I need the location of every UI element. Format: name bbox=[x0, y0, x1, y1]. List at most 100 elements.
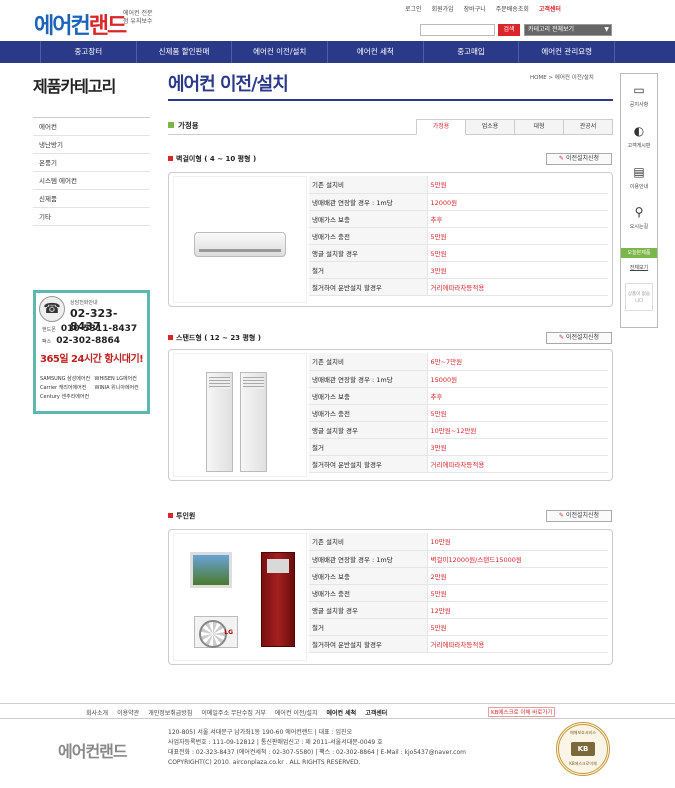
tab-large[interactable]: 대형 bbox=[514, 119, 564, 135]
spec-value: 6만~7만원 bbox=[427, 353, 608, 371]
sidebar-item-new[interactable]: 신제품 bbox=[33, 190, 150, 208]
spec-value: 벽걸이12000원/스탠드15000원 bbox=[427, 550, 608, 568]
pencil-icon: ✎ bbox=[558, 155, 564, 162]
category-select[interactable]: 카테고리 전체보기 ▼ bbox=[524, 24, 612, 36]
quick-menu: ▭ 공지사항 ◐ 고객게시판 ▤ 이용안내 ⚲ 오시는길 오늘본제품 전체보기 상품이 … bbox=[620, 73, 658, 328]
table-row: 앵글 설치할 경우 10만원~12만원 bbox=[309, 421, 608, 439]
spec-label: 냉매가스 보충 bbox=[309, 210, 428, 228]
sidebar-title: 제품카테고리 bbox=[33, 77, 116, 96]
wall-ac-image bbox=[194, 232, 286, 257]
logo-text-accent: 랜드 bbox=[88, 14, 128, 39]
spec-value: 5만원 bbox=[427, 584, 608, 602]
indoor-scene-image bbox=[190, 552, 232, 588]
kb-logo: KB bbox=[571, 742, 595, 756]
search-input[interactable] bbox=[420, 24, 495, 36]
request-install-button[interactable]: ✎ 이전설치신청 bbox=[546, 510, 612, 522]
escrow-badge[interactable]: 매매보호서비스 KB KB에스크로이체 bbox=[556, 722, 610, 776]
page-title: 에어컨 이전/설치 bbox=[168, 74, 289, 95]
product-image bbox=[173, 176, 307, 303]
table-row: 냉매가스 충전 5만원 bbox=[309, 584, 608, 602]
sidebar-item-system[interactable]: 시스템 에어컨 bbox=[33, 172, 150, 190]
telephone-icon: ☎ bbox=[39, 296, 65, 322]
spec-label: 앵글 설치할 경우 bbox=[309, 244, 428, 262]
spec-value: 15000원 bbox=[427, 370, 608, 388]
document-icon: ▤ bbox=[633, 165, 645, 179]
footer-link-privacy[interactable]: 개인정보취급방침 bbox=[148, 708, 192, 717]
table-row: 앵글 설치할 경우 5만원 bbox=[309, 244, 608, 262]
spec-value: 거리에따라차등적용 bbox=[427, 635, 608, 653]
cart-link[interactable]: 장바구니 bbox=[464, 4, 486, 13]
quick-notice[interactable]: ▭ 공지사항 bbox=[621, 82, 657, 108]
table-row: 기존 설치비 6만~7만원 bbox=[309, 353, 608, 371]
table-row: 철거하여 운반설치 할경우 거리에따라차등적용 bbox=[309, 278, 608, 296]
login-link[interactable]: 로그인 bbox=[405, 4, 422, 13]
request-install-button[interactable]: ✎ 이전설치신청 bbox=[546, 153, 612, 165]
spec-label: 철거 bbox=[309, 261, 428, 279]
order-tracking-link[interactable]: 주문배송조회 bbox=[496, 4, 529, 13]
sidebar-menu: 에어컨 냉난방기 온풍기 시스템 에어컨 신제품 기타 bbox=[33, 117, 150, 226]
breadcrumb: HOME > 에어컨 이전/설치 bbox=[530, 75, 594, 81]
spec-value: 5만원 bbox=[427, 227, 608, 245]
footer-links: 회사소개 이용약관 개인정보취급방침 이메일주소 무단수집 거부 에어컨 이전/… bbox=[86, 708, 387, 717]
quick-directions[interactable]: ⚲ 오시는길 bbox=[621, 204, 657, 230]
tab-public[interactable]: 관공서 bbox=[563, 119, 613, 135]
join-link[interactable]: 회원가입 bbox=[432, 4, 454, 13]
tab-business[interactable]: 업소용 bbox=[465, 119, 515, 135]
escrow-link[interactable]: KB에스크로 이체 바로가기 bbox=[488, 707, 556, 717]
footer-divider bbox=[0, 703, 675, 704]
spec-value: 10만원~12만원 bbox=[427, 421, 608, 439]
table-row: 철거하여 운반설치 할경우 거리에따라차등적용 bbox=[309, 455, 608, 473]
headset-icon: ◐ bbox=[633, 124, 645, 138]
footer-link-email-policy[interactable]: 이메일주소 무단수집 거부 bbox=[201, 708, 266, 717]
main-nav: 중고장터 신제품 할인판매 에어컨 이전/설치 에어컨 세척 중고매입 에어컨 … bbox=[0, 41, 675, 63]
spec-label: 냉매가스 충전 bbox=[309, 584, 428, 602]
spec-value: 12만원 bbox=[427, 601, 608, 619]
footer-link-terms[interactable]: 이용약관 bbox=[117, 708, 139, 717]
footer-link-cleaning[interactable]: 에어컨 세척 bbox=[326, 708, 356, 717]
spec-value: 3만원 bbox=[427, 261, 608, 279]
nav-new-sale[interactable]: 신제품 할인판매 bbox=[137, 41, 233, 63]
customer-center-link[interactable]: 고객센터 bbox=[539, 4, 561, 13]
table-row: 냉매가스 보충 추후 bbox=[309, 387, 608, 405]
badge-bottom-text: KB에스크로이체 bbox=[569, 761, 597, 766]
sidebar-item-heater[interactable]: 온풍기 bbox=[33, 154, 150, 172]
footer-link-about[interactable]: 회사소개 bbox=[86, 708, 108, 717]
pencil-icon: ✎ bbox=[558, 334, 564, 341]
spec-label: 냉매배관 연장할 경우 : 1m당 bbox=[309, 193, 428, 211]
spec-label: 기존 설치비 bbox=[309, 353, 428, 371]
search-button[interactable]: 검색 bbox=[498, 24, 520, 36]
request-install-button[interactable]: ✎ 이전설치신청 bbox=[546, 332, 612, 344]
sidebar-item-etc[interactable]: 기타 bbox=[33, 208, 150, 226]
table-row: 기존 설치비 5만원 bbox=[309, 176, 608, 194]
table-row: 앵글 설치할 경우 12만원 bbox=[309, 601, 608, 619]
recent-view-all-link[interactable]: 전체보기 bbox=[621, 264, 657, 271]
table-row: 기존 설치비 10만원 bbox=[309, 533, 608, 551]
footer-company-info: 120-805) 서울 서대문구 남가좌1동 190-60 에어컨랜드 | 대표… bbox=[168, 729, 466, 766]
product-card: 기존 설치비 6만~7만원 냉매배관 연장할 경우 : 1m당 15000원 냉매가스 … bbox=[168, 349, 613, 481]
nav-relocation[interactable]: 에어컨 이전/설치 bbox=[232, 41, 329, 63]
spec-label: 냉매배관 연장할 경우 : 1m당 bbox=[309, 370, 428, 388]
sidebar-item-heat-cool[interactable]: 냉난방기 bbox=[33, 136, 150, 154]
quick-guide[interactable]: ▤ 이용안내 bbox=[621, 164, 657, 190]
product-card: LG 기존 설치비 10만원 냉매배관 연장할 경우 : 1m당 벽걸이12000원/… bbox=[168, 529, 613, 665]
spec-label: 냉매가스 충전 bbox=[309, 404, 428, 422]
location-pin-icon: ⚲ bbox=[634, 205, 644, 219]
spec-value: 추후 bbox=[427, 387, 608, 405]
nav-used-market[interactable]: 중고장터 bbox=[40, 41, 137, 63]
footer-link-relocation[interactable]: 에어컨 이전/설치 bbox=[275, 708, 318, 717]
nav-buyback[interactable]: 중고매입 bbox=[424, 41, 520, 63]
table-row: 냉매가스 보충 추후 bbox=[309, 210, 608, 228]
logo-subtitle: 에어컨 전문점 유지보수 bbox=[123, 10, 153, 25]
site-logo[interactable]: 에어컨랜드 bbox=[34, 8, 128, 40]
cs-always-available: 365일 24시간 항시대기! bbox=[40, 354, 144, 365]
sidebar-item-aircon[interactable]: 에어컨 bbox=[33, 118, 150, 136]
tab-home[interactable]: 가정용 bbox=[416, 119, 466, 135]
table-row: 냉매배관 연장할 경우 : 1m당 벽걸이12000원/스탠드15000원 bbox=[309, 550, 608, 568]
table-row: 철거하여 운반설치 할경우 거리에따라차등적용 bbox=[309, 635, 608, 653]
quick-board[interactable]: ◐ 고객게시판 bbox=[621, 123, 657, 149]
nav-cleaning[interactable]: 에어컨 세척 bbox=[328, 41, 424, 63]
nav-care-tips[interactable]: 에어컨 관리요령 bbox=[519, 41, 616, 63]
spec-table: 기존 설치비 5만원 냉매배관 연장할 경우 : 1m당 12000원 냉매가스 보충 추… bbox=[309, 176, 608, 296]
footer-link-cs[interactable]: 고객센터 bbox=[365, 708, 387, 717]
spec-value: 추후 bbox=[427, 210, 608, 228]
